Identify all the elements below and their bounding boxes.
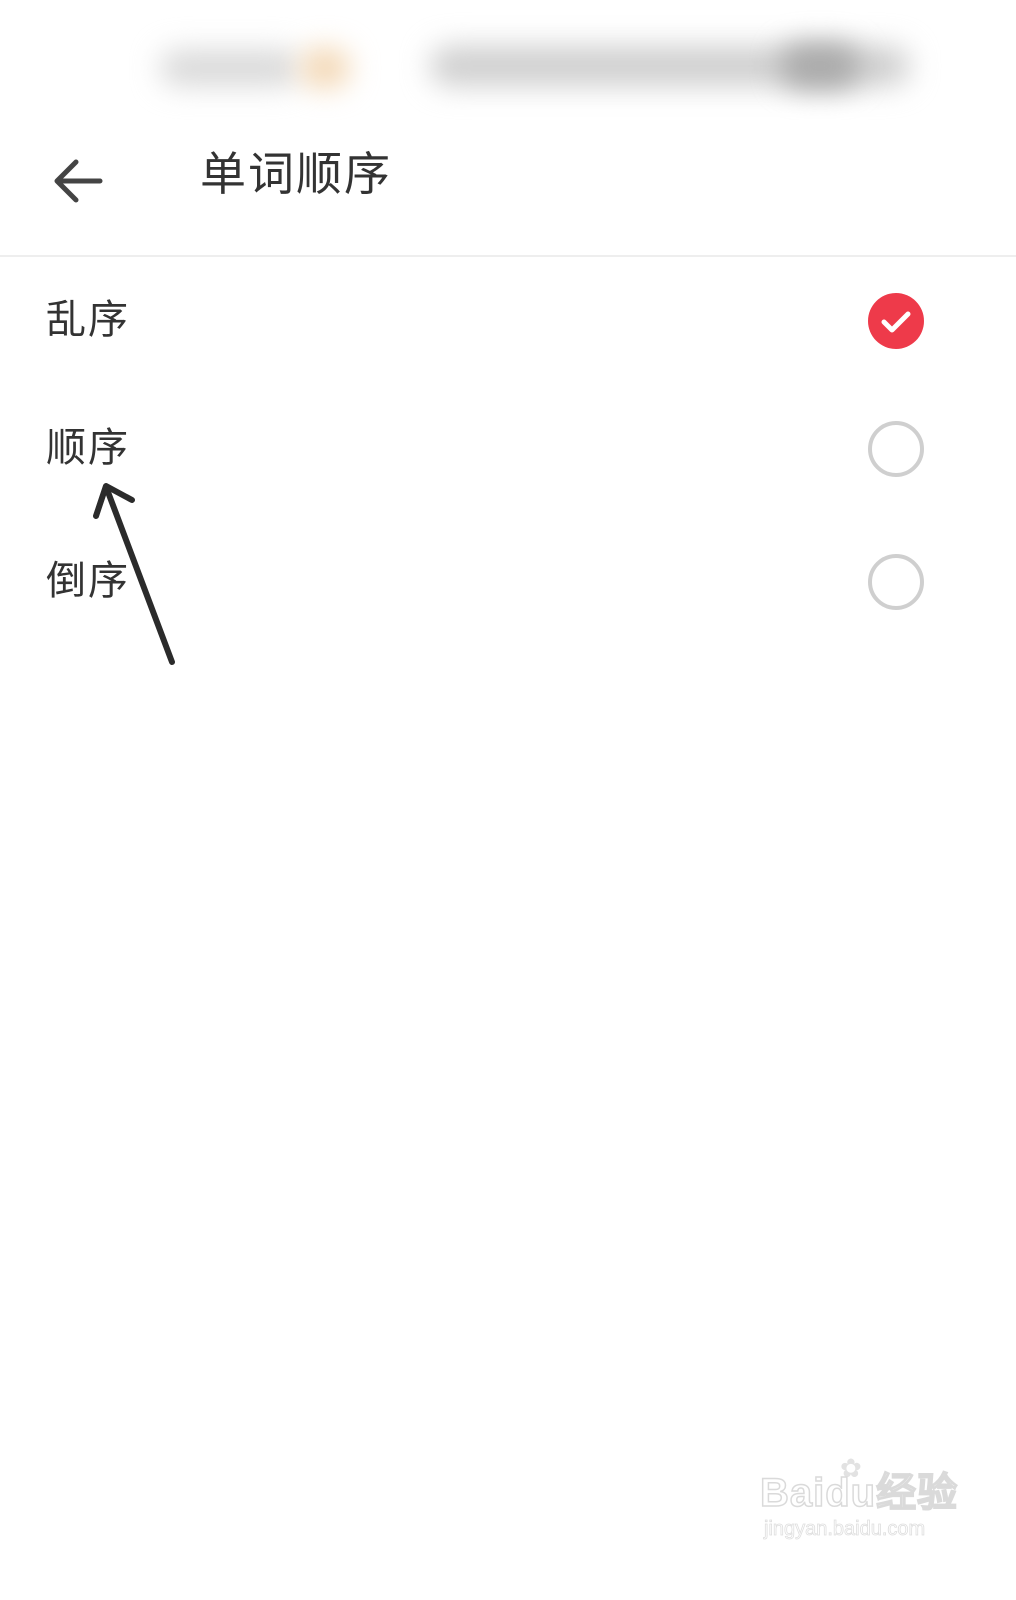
option-random[interactable]: 乱序 xyxy=(0,257,1016,385)
arrow-left-icon xyxy=(54,159,103,203)
watermark-url: jingyan.baidu.com xyxy=(764,1518,926,1541)
back-button[interactable] xyxy=(44,146,114,216)
header: 单词顺序 xyxy=(0,120,1016,257)
option-label: 顺序 xyxy=(46,425,130,471)
annotation-arrow-icon xyxy=(93,483,175,665)
status-bar xyxy=(0,0,1016,120)
watermark: ✿ Baidu经验 jingyan.baidu.com xyxy=(759,1454,960,1550)
watermark-logo: Baidu经验 xyxy=(759,1470,959,1516)
page-title: 单词顺序 xyxy=(200,147,392,201)
radio-empty-icon[interactable] xyxy=(868,421,924,477)
status-bar-blur-accent xyxy=(300,48,350,88)
option-label: 乱序 xyxy=(46,297,130,343)
radio-empty-icon[interactable] xyxy=(868,554,924,610)
status-bar-blur-dark xyxy=(780,44,860,88)
check-circle-icon[interactable] xyxy=(868,293,924,349)
status-bar-blur-left xyxy=(160,50,300,86)
